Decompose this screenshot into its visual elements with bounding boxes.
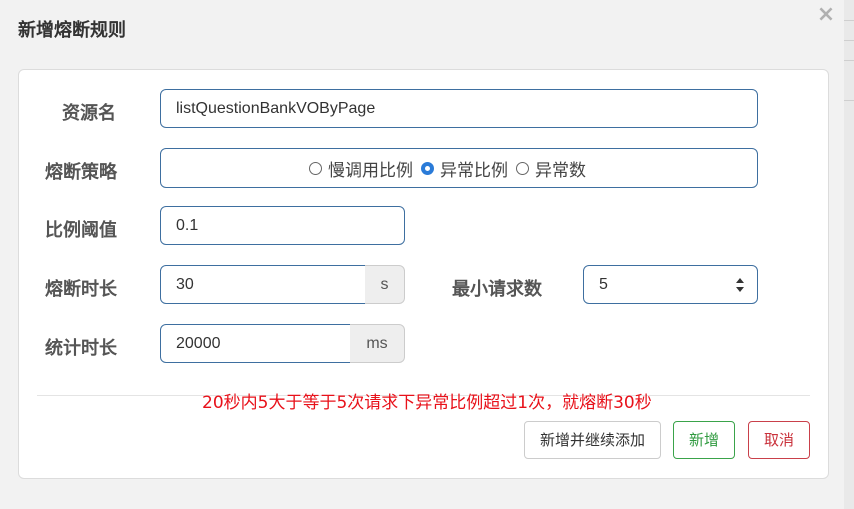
strategy-label: 熔断策略 [45,162,117,183]
radio-circle-icon [309,161,322,175]
add-button[interactable]: 新增 [673,421,735,459]
radio-exception-count[interactable]: 异常数 [516,156,586,181]
stat-interval-label: 统计时长 [45,338,117,359]
stat-interval-input[interactable]: 20000 [160,324,351,363]
milliseconds-unit-addon: ms [350,324,405,363]
seconds-unit-addon: s [365,265,405,304]
number-stepper-icon[interactable] [733,276,747,294]
add-and-continue-button[interactable]: 新增并继续添加 [524,421,661,459]
min-requests-value: 5 [599,276,608,293]
rule-hint-text: 20秒内5大于等于5次请求下异常比例超过1次，就熔断30秒 [202,393,652,413]
radio-label: 慢调用比例 [328,160,413,181]
radio-circle-icon [516,161,529,175]
radio-label: 异常数 [535,160,586,181]
strategy-options: 慢调用比例 异常比例 异常数 [309,149,594,187]
radio-checked-icon [421,161,434,175]
min-requests-stepper[interactable]: 5 [583,265,758,304]
break-duration-input[interactable]: 30 [160,265,366,304]
radio-exception-ratio[interactable]: 异常比例 [421,156,508,181]
cancel-button[interactable]: 取消 [748,421,810,459]
dialog-title: 新增熔断规则 [18,20,126,41]
close-icon[interactable]: × [816,3,836,27]
add-circuit-breaker-dialog: 新增熔断规则 × 资源名 listQuestionBankVOByPage 熔断… [0,0,844,509]
ratio-threshold-input[interactable]: 0.1 [160,206,405,245]
resource-name-input[interactable]: listQuestionBankVOByPage [160,89,758,128]
resource-name-label: 资源名 [62,103,116,124]
ratio-threshold-label: 比例阈值 [45,220,117,241]
min-requests-label: 最小请求数 [452,279,542,300]
strategy-radio-group: 慢调用比例 异常比例 异常数 [160,148,758,188]
break-duration-label: 熔断时长 [45,279,117,300]
radio-slow-call-ratio[interactable]: 慢调用比例 [309,156,413,181]
radio-label: 异常比例 [440,160,508,181]
